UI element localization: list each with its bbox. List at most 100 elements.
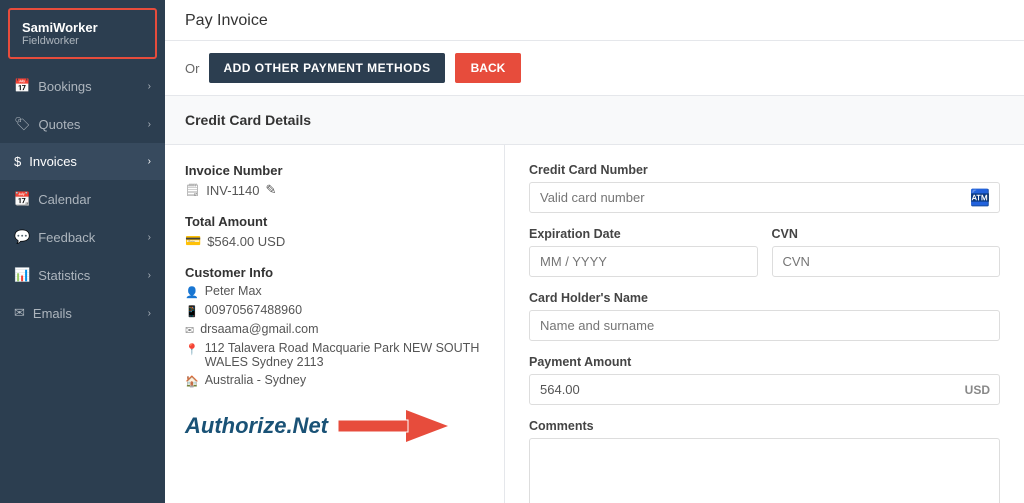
page-title: Pay Invoice (185, 12, 268, 29)
sidebar-item-emails[interactable]: ✉ Emails › (0, 294, 165, 332)
total-amount-value: $564.00 USD (207, 234, 285, 249)
page-header: Pay Invoice (165, 0, 1024, 41)
add-payment-button[interactable]: ADD OTHER PAYMENT METHODS (209, 53, 444, 83)
invoice-number-row: 🗒 INV-1140 ✎ (185, 182, 484, 198)
action-bar: Or ADD OTHER PAYMENT METHODS BACK (165, 41, 1024, 96)
back-button[interactable]: BACK (455, 53, 522, 83)
cvn-group: CVN (772, 227, 1001, 277)
customer-address: 112 Talavera Road Macquarie Park NEW SOU… (205, 341, 484, 369)
left-panel: Invoice Number 🗒 INV-1140 ✎ Total Amount… (165, 145, 505, 503)
user-profile[interactable]: SamiWorker Fieldworker (8, 8, 157, 59)
sidebar-item-label-feedback: Feedback (38, 230, 95, 245)
total-amount-section: Total Amount 💳 $564.00 USD (185, 214, 484, 249)
bookings-nav-icon: 📅 (14, 78, 30, 94)
nav-left-calendar: 📆 Calendar (14, 191, 91, 207)
comments-group: Comments (529, 419, 1000, 503)
red-arrow-icon (338, 408, 448, 444)
customer-name-row: 👤 Peter Max (185, 284, 484, 299)
cc-number-input[interactable] (529, 182, 1000, 213)
chevron-icon: › (148, 270, 151, 281)
cc-section-header: Credit Card Details (165, 96, 1024, 145)
nav-left-bookings: 📅 Bookings (14, 78, 92, 94)
expiry-cvn-row: Expiration Date CVN (529, 227, 1000, 291)
location-icon: 📍 (185, 343, 199, 356)
sidebar-item-label-statistics: Statistics (38, 268, 90, 283)
user-role: Fieldworker (22, 35, 143, 47)
customer-phone-row: 📱 00970567488960 (185, 303, 484, 318)
expiry-label: Expiration Date (529, 227, 758, 241)
payment-amount-group: Payment Amount USD (529, 355, 1000, 405)
authorize-section: Authorize.Net (185, 408, 484, 444)
nav-left-quotes: 🏷 Quotes (14, 116, 80, 132)
user-name: SamiWorker (22, 20, 143, 35)
expiry-input[interactable] (529, 246, 758, 277)
total-amount-value-row: 💳 $564.00 USD (185, 233, 484, 249)
chevron-icon: › (148, 308, 151, 319)
nav-left-invoices: $ Invoices (14, 154, 77, 169)
currency-label: USD (965, 383, 990, 397)
authorize-logo-container: Authorize.Net (185, 408, 484, 444)
statistics-nav-icon: 📊 (14, 267, 30, 283)
customer-name: Peter Max (205, 284, 262, 298)
invoice-number-label: Invoice Number (185, 163, 484, 178)
person-icon: 👤 (185, 286, 199, 299)
quotes-nav-icon: 🏷 (14, 116, 31, 132)
chevron-icon: › (148, 156, 151, 167)
cc-number-wrapper: 🏧 (529, 182, 1000, 213)
card-icon: 🏧 (970, 188, 990, 208)
nav-left-emails: ✉ Emails (14, 305, 72, 321)
cc-number-group: Credit Card Number 🏧 (529, 163, 1000, 213)
chevron-icon: › (148, 119, 151, 130)
sidebar-item-label-quotes: Quotes (39, 117, 81, 132)
customer-city: Australia - Sydney (205, 373, 306, 387)
sidebar-nav: 📅 Bookings › 🏷 Quotes › $ Invoices › 📆 C… (0, 67, 165, 503)
customer-info-section: Customer Info 👤 Peter Max 📱 009705674889… (185, 265, 484, 388)
payment-amount-input[interactable] (529, 374, 1000, 405)
calendar-nav-icon: 📆 (14, 191, 30, 207)
nav-left-feedback: 💬 Feedback (14, 229, 95, 245)
nav-left-statistics: 📊 Statistics (14, 267, 90, 283)
emails-nav-icon: ✉ (14, 305, 25, 321)
sidebar-item-statistics[interactable]: 📊 Statistics › (0, 256, 165, 294)
sidebar-item-label-emails: Emails (33, 306, 72, 321)
home-icon: 🏠 (185, 375, 199, 388)
sidebar-item-feedback[interactable]: 💬 Feedback › (0, 218, 165, 256)
holder-label: Card Holder's Name (529, 291, 1000, 305)
or-text: Or (185, 61, 199, 76)
amount-wrapper: USD (529, 374, 1000, 405)
content-body: Invoice Number 🗒 INV-1140 ✎ Total Amount… (165, 145, 1024, 503)
feedback-nav-icon: 💬 (14, 229, 30, 245)
customer-info-label: Customer Info (185, 265, 484, 280)
expiry-group: Expiration Date (529, 227, 758, 277)
sidebar-item-label-bookings: Bookings (38, 79, 91, 94)
sidebar-item-bookings[interactable]: 📅 Bookings › (0, 67, 165, 105)
customer-city-row: 🏠 Australia - Sydney (185, 373, 484, 388)
chevron-icon: › (148, 232, 151, 243)
main-content: Pay Invoice Or ADD OTHER PAYMENT METHODS… (165, 0, 1024, 503)
comments-textarea[interactable] (529, 438, 1000, 503)
amount-icon: 💳 (185, 233, 201, 249)
cc-number-label: Credit Card Number (529, 163, 1000, 177)
sidebar-item-label-invoices: Invoices (29, 154, 77, 169)
right-panel: Credit Card Number 🏧 Expiration Date CVN (505, 145, 1024, 503)
payment-amount-label: Payment Amount (529, 355, 1000, 369)
sidebar-item-quotes[interactable]: 🏷 Quotes › (0, 105, 165, 143)
invoice-number-value: INV-1140 (206, 183, 259, 198)
sidebar-item-invoices[interactable]: $ Invoices › (0, 143, 165, 180)
invoice-number-section: Invoice Number 🗒 INV-1140 ✎ (185, 163, 484, 198)
holder-group: Card Holder's Name (529, 291, 1000, 341)
cvn-input[interactable] (772, 246, 1001, 277)
holder-input[interactable] (529, 310, 1000, 341)
total-amount-label: Total Amount (185, 214, 484, 229)
cc-title: Credit Card Details (185, 112, 311, 128)
authorize-logo: Authorize.Net (185, 413, 328, 439)
chevron-icon: › (148, 81, 151, 92)
email-icon: ✉ (185, 324, 194, 337)
customer-email-row: ✉ drsaama@gmail.com (185, 322, 484, 337)
sidebar-item-calendar[interactable]: 📆 Calendar (0, 180, 165, 218)
sidebar-item-label-calendar: Calendar (38, 192, 91, 207)
edit-icon[interactable]: ✎ (265, 182, 276, 198)
customer-email: drsaama@gmail.com (200, 322, 318, 336)
phone-icon: 📱 (185, 305, 199, 318)
sidebar: SamiWorker Fieldworker 📅 Bookings › 🏷 Qu… (0, 0, 165, 503)
